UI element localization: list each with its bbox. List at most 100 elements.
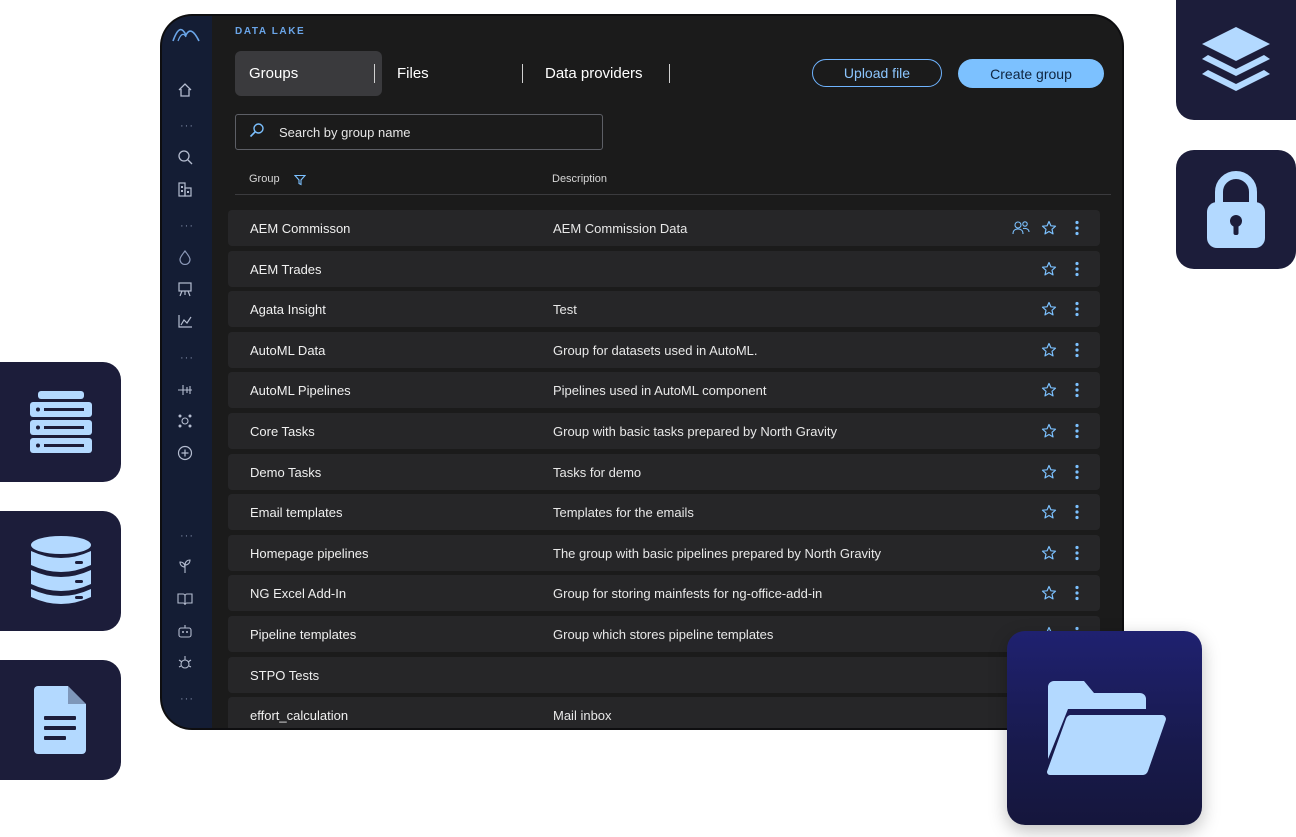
group-name[interactable]: AutoML Pipelines (250, 383, 351, 398)
row-actions (1040, 544, 1086, 562)
database-icon (30, 536, 91, 604)
group-description: Group for datasets used in AutoML. (553, 342, 758, 358)
chart-icon[interactable] (175, 311, 195, 331)
group-name[interactable]: Homepage pipelines (250, 546, 369, 561)
layers-tile (1176, 0, 1296, 120)
table-row[interactable]: Email templates Templates for the emails (228, 494, 1100, 531)
sidebar-more-dots[interactable]: ··· (177, 352, 197, 364)
group-name[interactable]: Pipeline templates (250, 627, 356, 642)
group-name[interactable]: Core Tasks (250, 424, 315, 439)
tab-data-providers[interactable]: Data providers (545, 51, 685, 96)
more-options-icon[interactable] (1068, 341, 1086, 359)
add-circle-icon[interactable] (175, 443, 195, 463)
group-name[interactable]: AEM Commisson (250, 221, 350, 236)
group-description: Group which stores pipeline templates (553, 627, 774, 642)
group-name[interactable]: AutoML Data (250, 343, 325, 358)
group-name[interactable]: effort_calculation (250, 708, 348, 723)
group-description: Pipelines used in AutoML component (553, 383, 767, 399)
star-icon[interactable] (1040, 544, 1058, 562)
folder-tile (1007, 631, 1202, 825)
star-icon[interactable] (1040, 463, 1058, 481)
table-row[interactable]: AEM Trades (228, 250, 1100, 287)
group-name[interactable]: Agata Insight (250, 302, 326, 317)
star-icon[interactable] (1040, 503, 1058, 521)
folder-open-icon (1046, 681, 1166, 775)
tab-divider (522, 64, 523, 83)
row-actions (1040, 463, 1086, 481)
row-actions (1040, 584, 1086, 602)
more-options-icon[interactable] (1068, 584, 1086, 602)
table-row[interactable]: Demo Tasks Tasks for demo (228, 453, 1100, 490)
gear-bug-icon[interactable] (175, 653, 195, 673)
sidebar-more-dots[interactable]: ··· (177, 530, 197, 542)
book-icon[interactable] (175, 589, 195, 609)
shared-users-icon[interactable] (1012, 219, 1030, 237)
table-row[interactable]: AEM Commisson AEM Commission Data (228, 210, 1100, 246)
more-options-icon[interactable] (1068, 219, 1086, 237)
star-icon[interactable] (1040, 422, 1058, 440)
tab-divider (374, 64, 375, 83)
table-row[interactable]: NG Excel Add-In Group for storing mainfes… (228, 575, 1100, 612)
tab-label: Groups (249, 65, 299, 82)
row-actions (1040, 503, 1086, 521)
sidebar-more-dots[interactable]: ··· (177, 693, 197, 705)
row-actions (1040, 300, 1086, 318)
more-options-icon[interactable] (1068, 463, 1086, 481)
table-row[interactable]: AutoML Data Group for datasets used in Au… (228, 331, 1100, 368)
more-options-icon[interactable] (1068, 300, 1086, 318)
upload-file-button[interactable]: Upload file (812, 59, 942, 87)
star-icon[interactable] (1040, 219, 1058, 237)
plant-icon[interactable] (175, 556, 195, 576)
group-name[interactable]: AEM Trades (250, 262, 322, 277)
column-header-description: Description (552, 173, 608, 185)
logo-icon[interactable] (172, 24, 200, 44)
table-row[interactable]: Agata Insight Test (228, 291, 1100, 328)
network-icon[interactable] (175, 411, 195, 431)
group-name[interactable]: NG Excel Add-In (250, 586, 346, 601)
more-options-icon[interactable] (1068, 381, 1086, 399)
search-icon[interactable] (175, 147, 195, 167)
tab-groups[interactable]: Groups (235, 51, 382, 96)
sidebar: ··· ··· ··· ··· ··· (162, 16, 212, 728)
table-row[interactable]: AutoML Pipelines Pipelines used in AutoML… (228, 372, 1100, 409)
star-icon[interactable] (1040, 584, 1058, 602)
tab-divider (669, 64, 670, 83)
buildings-icon[interactable] (175, 179, 195, 199)
group-name[interactable]: Email templates (250, 505, 342, 520)
star-icon[interactable] (1040, 381, 1058, 399)
row-actions (1012, 219, 1086, 237)
robot-icon[interactable] (175, 621, 195, 641)
easel-icon[interactable] (175, 279, 195, 299)
more-options-icon[interactable] (1068, 503, 1086, 521)
home-icon[interactable] (175, 80, 195, 100)
group-name[interactable]: Demo Tasks (250, 465, 321, 480)
table-row[interactable]: effort_calculation Mail inbox (228, 697, 1100, 728)
column-header-group[interactable]: Group (249, 173, 280, 185)
document-tile (0, 660, 121, 780)
search-input[interactable]: Search by group name (235, 114, 603, 150)
sidebar-more-dots[interactable]: ··· (177, 120, 197, 132)
droplet-icon[interactable] (175, 247, 195, 267)
create-group-button[interactable]: Create group (958, 59, 1104, 88)
star-icon[interactable] (1040, 300, 1058, 318)
more-options-icon[interactable] (1068, 544, 1086, 562)
main-content: DATA LAKE Groups Files Data providers Up… (212, 16, 1122, 728)
table-row[interactable]: Pipeline templates Group which stores pip… (228, 616, 1100, 652)
table-row[interactable]: Core Tasks Group with basic tasks prepare… (228, 413, 1100, 449)
table-row[interactable]: STPO Tests (228, 656, 1100, 693)
group-description: Test (553, 302, 577, 318)
more-options-icon[interactable] (1068, 260, 1086, 278)
tab-files[interactable]: Files (397, 51, 522, 96)
table-row[interactable]: Homepage pipelines The group with basic p… (228, 534, 1100, 571)
filter-icon[interactable] (293, 173, 307, 191)
row-actions (1040, 341, 1086, 359)
group-name[interactable]: STPO Tests (250, 668, 319, 683)
star-icon[interactable] (1040, 260, 1058, 278)
sidebar-more-dots[interactable]: ··· (177, 220, 197, 232)
star-icon[interactable] (1040, 341, 1058, 359)
database-tile (0, 511, 121, 631)
group-description: The group with basic pipelines prepared … (553, 545, 882, 561)
more-options-icon[interactable] (1068, 422, 1086, 440)
timeline-icon[interactable] (175, 380, 195, 400)
row-actions (1040, 422, 1086, 440)
